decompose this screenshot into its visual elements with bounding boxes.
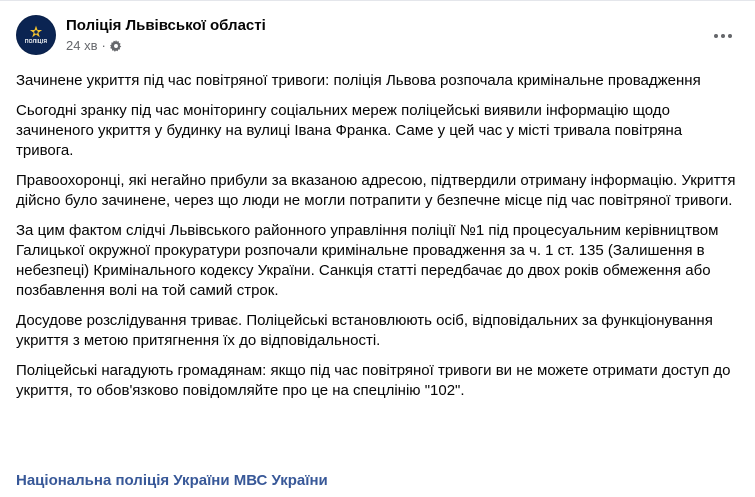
- facebook-post: ПОЛІЦІЯ Поліція Львівської області 24 хв…: [0, 0, 755, 497]
- settings-gear-icon[interactable]: [109, 39, 122, 52]
- tagged-page-link[interactable]: Національна поліція України МВС України: [16, 471, 328, 491]
- more-dot-2: [721, 34, 725, 38]
- post-paragraph: Сьогодні зранку під час моніторингу соці…: [16, 102, 683, 159]
- post-meta: Поліція Львівської області 24 хв ·: [66, 16, 266, 55]
- more-options-button[interactable]: [705, 23, 741, 49]
- post-body: Зачинене укриття під час повітряної трив…: [16, 71, 738, 411]
- post-paragraph: Правоохоронці, які негайно прибули за вк…: [16, 172, 736, 209]
- more-dot-1: [714, 34, 718, 38]
- post-paragraph: Поліцейські нагадують громадянам: якщо п…: [16, 362, 731, 399]
- avatar-logo-text: ПОЛІЦІЯ: [24, 39, 48, 45]
- post-subline: 24 хв ·: [66, 37, 266, 55]
- post-header: ПОЛІЦІЯ Поліція Львівської області 24 хв…: [16, 13, 266, 57]
- post-paragraph-title: Зачинене укриття під час повітряної трив…: [16, 72, 701, 89]
- more-dot-3: [728, 34, 732, 38]
- police-star-icon: [29, 25, 43, 38]
- post-paragraph: За цим фактом слідчі Львівського районно…: [16, 222, 719, 299]
- post-paragraph: Досудове розслідування триває. Поліцейсь…: [16, 312, 713, 349]
- page-avatar[interactable]: ПОЛІЦІЯ: [16, 15, 56, 55]
- separator-dot: ·: [101, 37, 106, 53]
- post-timestamp[interactable]: 24 хв: [66, 37, 97, 55]
- page-name-link[interactable]: Поліція Львівської області: [66, 16, 266, 36]
